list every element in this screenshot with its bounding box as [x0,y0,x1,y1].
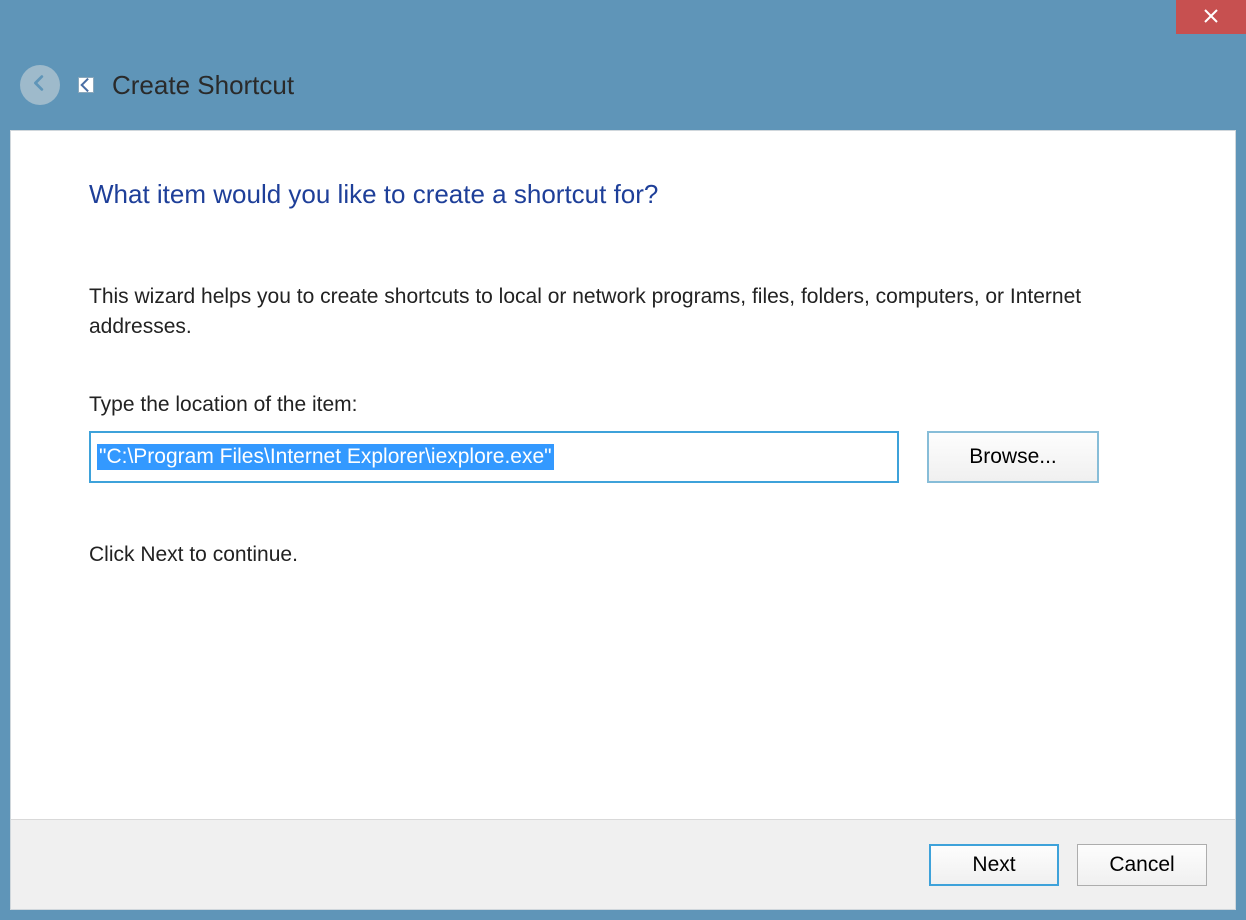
shortcut-icon [78,77,94,93]
titlebar [0,0,1246,40]
instruction-heading: What item would you like to create a sho… [89,179,1157,210]
next-button[interactable]: Next [929,844,1059,886]
browse-button[interactable]: Browse... [927,431,1099,483]
continue-hint: Click Next to continue. [89,543,1157,567]
location-row: "C:\Program Files\Internet Explorer\iexp… [89,431,1157,483]
content-area: What item would you like to create a sho… [10,130,1236,910]
wizard-window: Create Shortcut What item would you like… [0,0,1246,920]
arrow-left-icon [29,72,51,99]
location-input-text: "C:\Program Files\Internet Explorer\iexp… [97,444,554,470]
location-input[interactable]: "C:\Program Files\Internet Explorer\iexp… [89,431,899,483]
header-strip: Create Shortcut [0,40,1246,130]
cancel-button[interactable]: Cancel [1077,844,1207,886]
close-button[interactable] [1176,0,1246,34]
content-inner: What item would you like to create a sho… [11,131,1235,819]
window-title: Create Shortcut [112,70,294,101]
wizard-description: This wizard helps you to create shortcut… [89,282,1157,343]
back-button[interactable] [20,65,60,105]
close-icon [1204,7,1218,28]
wizard-footer: Next Cancel [11,819,1235,909]
location-label: Type the location of the item: [89,393,1157,417]
